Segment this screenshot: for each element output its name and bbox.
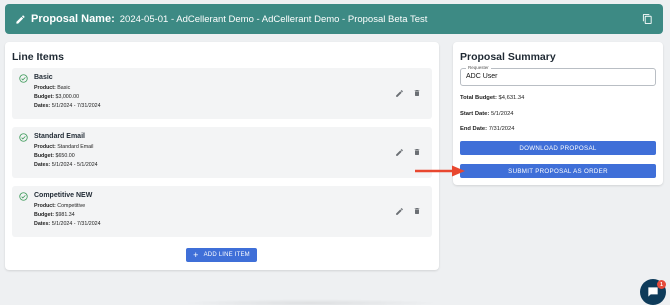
- line-item-dates: Dates: 5/1/2024 - 7/31/2024: [34, 103, 101, 109]
- add-line-item-button[interactable]: + ADD LINE ITEM: [186, 248, 257, 262]
- line-item-name: Basic: [34, 74, 53, 81]
- line-item-card: Standard Email Product: Standard Email B…: [12, 127, 432, 178]
- line-item-card: Basic Product: Basic Budget: $3,000.00 D…: [12, 68, 432, 119]
- proposal-summary-title: Proposal Summary: [460, 51, 556, 63]
- submit-proposal-button[interactable]: SUBMIT PROPOSAL AS ORDER: [460, 164, 656, 178]
- edit-icon[interactable]: [395, 207, 404, 216]
- line-item-budget: Budget: $3,000.00: [34, 94, 80, 100]
- chat-badge: 1: [657, 280, 666, 289]
- requester-field[interactable]: Requester ADC User: [460, 65, 656, 86]
- edit-icon[interactable]: [395, 148, 404, 157]
- line-item-product: Product: Basic: [34, 85, 71, 91]
- trash-icon[interactable]: [413, 206, 421, 216]
- line-item-product: Product: Competitive: [34, 203, 86, 209]
- total-budget: Total Budget: $4,631.34: [460, 95, 525, 101]
- bottom-shadow: [180, 299, 440, 305]
- annotation-arrow-icon: [415, 165, 465, 177]
- line-item-dates: Dates: 5/1/2024 - 7/31/2024: [34, 221, 101, 227]
- trash-icon[interactable]: [413, 147, 421, 157]
- line-item-name: Standard Email: [34, 133, 85, 140]
- line-item-budget: Budget: $981.34: [34, 212, 75, 218]
- check-circle-icon: [19, 74, 28, 83]
- line-item-card: Competitive NEW Product: Competitive Bud…: [12, 186, 432, 237]
- line-item-name: Competitive NEW: [34, 192, 93, 199]
- check-circle-icon: [19, 133, 28, 142]
- download-proposal-button[interactable]: DOWNLOAD PROPOSAL: [460, 141, 656, 155]
- start-date: Start Date: 5/1/2024: [460, 111, 514, 117]
- line-item-dates: Dates: 5/1/2024 - 5/1/2024: [34, 162, 98, 168]
- proposal-summary-panel: Proposal Summary Requester ADC User Tota…: [453, 42, 663, 185]
- end-date: End Date: 7/31/2024: [460, 126, 515, 132]
- check-circle-icon: [19, 192, 28, 201]
- copy-icon[interactable]: [642, 13, 653, 25]
- add-line-item-label: ADD LINE ITEM: [203, 252, 250, 258]
- edit-icon[interactable]: [395, 89, 404, 98]
- plus-icon: +: [193, 249, 199, 260]
- proposal-name-label: Proposal Name:: [31, 13, 115, 25]
- line-items-title: Line Items: [12, 51, 64, 63]
- line-item-product: Product: Standard Email: [34, 144, 94, 150]
- requester-label: Requester: [466, 65, 491, 70]
- pencil-icon[interactable]: [15, 14, 26, 25]
- trash-icon[interactable]: [413, 88, 421, 98]
- requester-value: ADC User: [466, 73, 498, 80]
- line-item-budget: Budget: $650.00: [34, 153, 75, 159]
- proposal-name-value: 2024-05-01 - AdCellerant Demo - AdCeller…: [119, 13, 428, 25]
- line-items-panel: Line Items Basic Product: Basic Budget: …: [5, 42, 439, 270]
- proposal-header: Proposal Name: 2024-05-01 - AdCellerant …: [5, 4, 663, 34]
